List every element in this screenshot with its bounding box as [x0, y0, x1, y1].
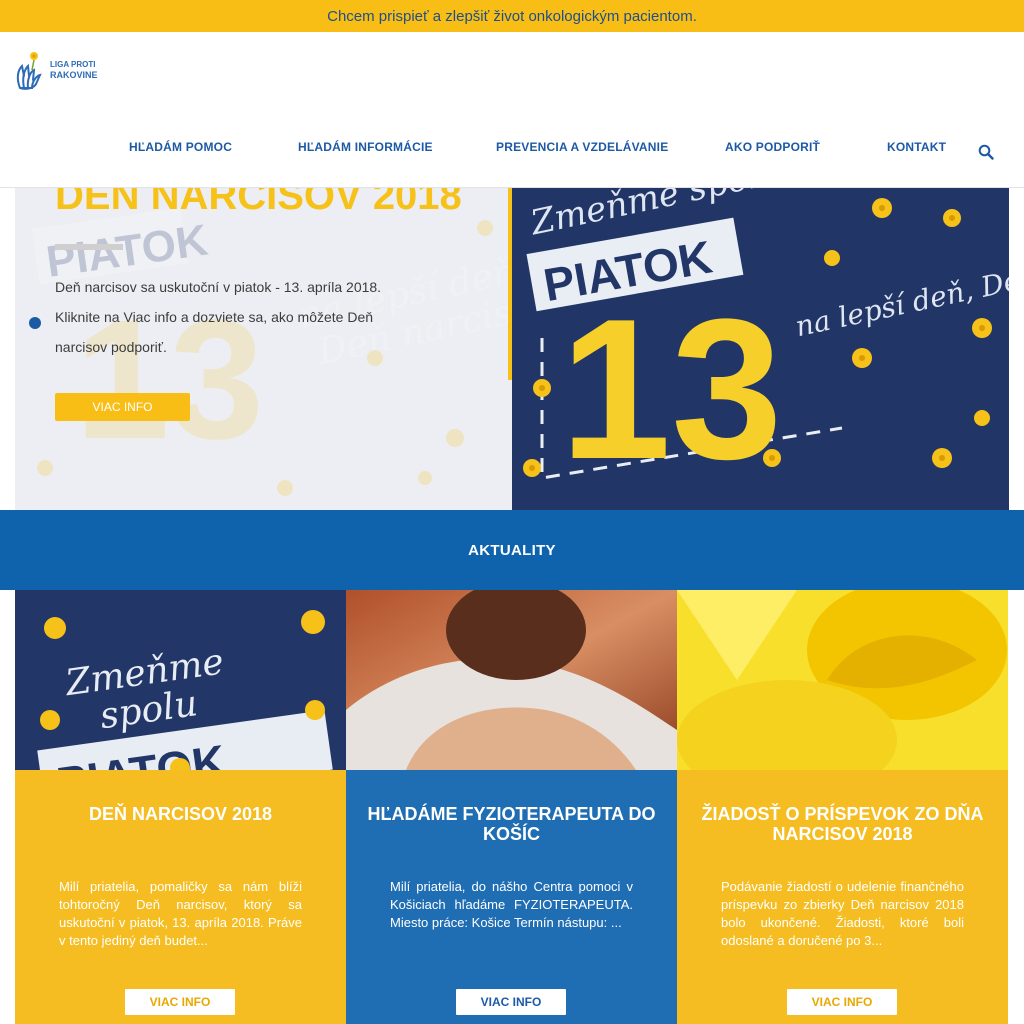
logo[interactable]: LIGA PROTI RAKOVINE [14, 48, 104, 92]
hero-title[interactable]: DEŇ NARCISOV 2018 [55, 188, 462, 219]
card-title[interactable]: DEŇ NARCISOV 2018 [35, 804, 326, 824]
nav-item-hladam-informacie[interactable]: HĽADÁM INFORMÁCIE [298, 140, 433, 154]
hero-description: Deň narcisov sa uskutoční v piatok - 13.… [55, 279, 382, 355]
card-excerpt: Podávanie žiadostí o udelenie finančného… [721, 879, 964, 948]
card-excerpt: Milí priatelia, pomaličky sa nám blíži t… [59, 879, 302, 948]
daffodil-poster-graphic: Zmeňme spolu PIATOK 13 na lepší deň, Deň… [512, 188, 1009, 510]
card-body: DEŇ NARCISOV 2018 Milí priatelia, pomali… [15, 770, 346, 1024]
search-icon[interactable] [978, 144, 994, 160]
logo-text: LIGA PROTI RAKOVINE [50, 60, 98, 80]
nav-item-ako-podporit[interactable]: AKO PODPORIŤ [725, 140, 820, 154]
card-poster-graphic: Zmeňme spolu PIATOK [15, 590, 346, 770]
aktuality-section-header: AKTUALITY [0, 510, 1024, 590]
logo-line-2: RAKOVINE [50, 70, 98, 80]
card-image[interactable] [677, 590, 1008, 770]
card-body: ŽIADOSŤ O PRÍSPEVOK ZO DŇA NARCISOV 2018… [677, 770, 1008, 1024]
slider-dot-active[interactable] [29, 317, 41, 329]
nav-item-prevencia[interactable]: PREVENCIA A VZDELÁVANIE [496, 140, 668, 154]
top-announcement-bar[interactable]: Chcem prispieť a zlepšiť život onkologic… [0, 0, 1024, 32]
card-title[interactable]: HĽADÁME FYZIOTERAPEUTA DO KOŠÍC [366, 804, 657, 844]
section-title: AKTUALITY [468, 541, 556, 559]
card-daffodil-graphic [677, 590, 1008, 770]
card-more-info-button[interactable]: VIAC INFO [787, 989, 897, 1015]
logo-line-1: LIGA PROTI [50, 60, 96, 69]
news-card[interactable]: HĽADÁME FYZIOTERAPEUTA DO KOŠÍC Milí pri… [346, 590, 677, 1024]
card-image[interactable]: Zmeňme spolu PIATOK [15, 590, 346, 770]
card-excerpt: Milí priatelia, do nášho Centra pomoci v… [390, 879, 633, 930]
hero-divider [55, 244, 123, 250]
daffodil-hand-icon [16, 52, 42, 90]
poster-number: 13 [560, 278, 782, 501]
nav-item-kontakt[interactable]: KONTAKT [887, 140, 946, 154]
hero-more-info-button[interactable]: VIAC INFO [55, 393, 190, 421]
card-image[interactable] [346, 590, 677, 770]
hero-poster-image[interactable]: Zmeňme spolu PIATOK 13 na lepší deň, Deň… [512, 188, 1009, 510]
news-cards: Zmeňme spolu PIATOK DEŇ NARCISOV 2018 Mi… [15, 590, 1008, 1024]
hero-slider: PIATOK 13 na lepší deň Deň narciso DEŇ N… [15, 188, 1009, 510]
card-photo-graphic [346, 590, 677, 770]
card-title[interactable]: ŽIADOSŤ O PRÍSPEVOK ZO DŇA NARCISOV 2018 [697, 804, 988, 844]
announcement-text[interactable]: Chcem prispieť a zlepšiť život onkologic… [327, 8, 697, 25]
card-more-info-button[interactable]: VIAC INFO [125, 989, 235, 1015]
nav-item-hladam-pomoc[interactable]: HĽADÁM POMOC [129, 140, 232, 154]
main-nav: HĽADÁM POMOC HĽADÁM INFORMÁCIE PREVENCIA… [0, 140, 1024, 164]
hero-content-panel: PIATOK 13 na lepší deň Deň narciso DEŇ N… [15, 188, 512, 510]
card-more-info-button[interactable]: VIAC INFO [456, 989, 566, 1015]
news-card[interactable]: ŽIADOSŤ O PRÍSPEVOK ZO DŇA NARCISOV 2018… [677, 590, 1008, 1024]
card-body: HĽADÁME FYZIOTERAPEUTA DO KOŠÍC Milí pri… [346, 770, 677, 1024]
site-header: LIGA PROTI RAKOVINE HĽADÁM POMOC HĽADÁM … [0, 32, 1024, 188]
news-card[interactable]: Zmeňme spolu PIATOK DEŇ NARCISOV 2018 Mi… [15, 590, 346, 1024]
